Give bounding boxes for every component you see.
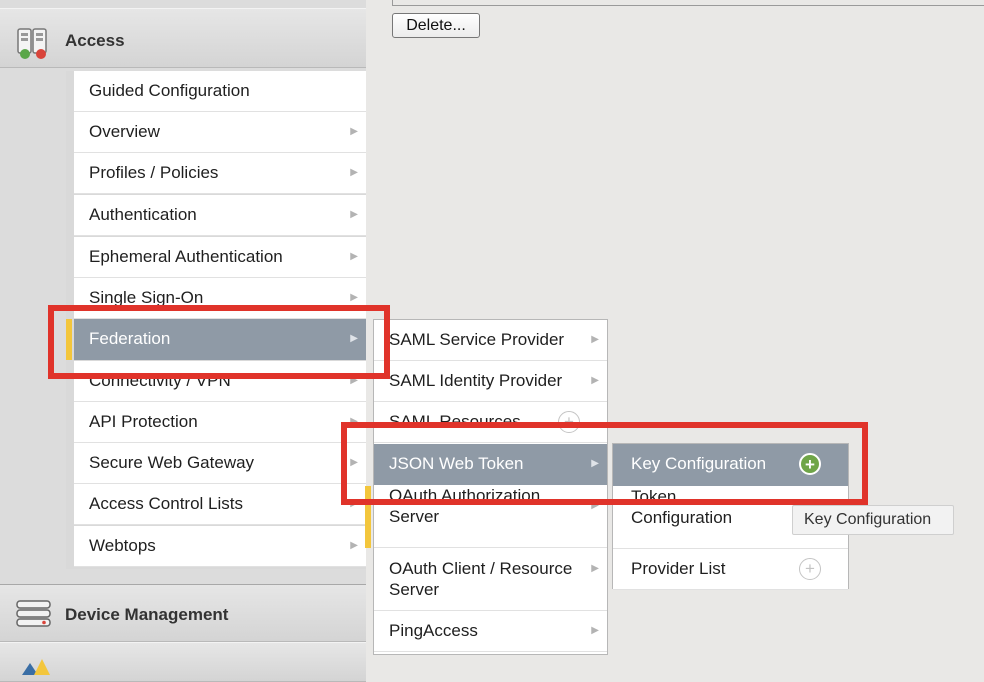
menu-item-profiles-policies[interactable]: Profiles / Policies ▶ — [74, 153, 366, 194]
chevron-right-icon: ▶ — [591, 375, 599, 386]
delete-button[interactable]: Delete... — [392, 13, 480, 38]
chevron-right-icon: ▶ — [350, 209, 358, 220]
menu-item-label: Webtops — [89, 536, 156, 555]
menu-item-api-protection[interactable]: API Protection ▶ — [74, 402, 366, 443]
submenu-item-key-configuration[interactable]: Key Configuration + — [613, 444, 848, 486]
menu-item-authentication[interactable]: Authentication ▶ — [74, 195, 366, 236]
submenu-item-label: SAML Resources — [389, 412, 521, 431]
submenu-item-label: JSON Web Token — [389, 454, 524, 473]
active-marker — [365, 486, 371, 548]
chevron-right-icon: ▶ — [350, 457, 358, 468]
submenu-item-json-web-token[interactable]: JSON Web Token ▶ — [374, 444, 607, 485]
chevron-right-icon: ▶ — [350, 251, 358, 262]
tooltip: Key Configuration — [792, 505, 954, 535]
chevron-right-icon: ▶ — [591, 563, 599, 574]
submenu-item-provider-list[interactable]: Provider List + — [613, 549, 848, 590]
menu-item-label: Single Sign-On — [89, 288, 204, 307]
submenu-item-oauth-authorization-server[interactable]: OAuth Authorization Server ▶ — [374, 485, 607, 548]
chevron-right-icon: ▶ — [591, 625, 599, 636]
menu-item-label: Profiles / Policies — [89, 163, 219, 182]
submenu-item-label: Token Configuration — [631, 487, 733, 527]
submenu-item-label: OAuth Client / Resource Server — [389, 559, 573, 599]
menu-item-ephemeral-authentication[interactable]: Ephemeral Authentication ▶ — [74, 237, 366, 278]
content-frame-border — [392, 0, 984, 6]
menu-item-label: Overview — [89, 122, 160, 141]
menu-item-overview[interactable]: Overview ▶ — [74, 112, 366, 153]
submenu-item-pingaccess[interactable]: PingAccess ▶ — [374, 611, 607, 652]
server-icon — [16, 599, 52, 634]
menu-item-webtops[interactable]: Webtops ▶ — [74, 526, 366, 567]
menu-item-label: Access Control Lists — [89, 494, 243, 513]
access-section-title: Access — [65, 31, 125, 50]
chevron-right-icon: ▶ — [591, 500, 599, 511]
submenu-item-label: Provider List — [631, 559, 726, 578]
menu-item-federation[interactable]: Federation ▶ — [66, 319, 366, 360]
device-management-section-header[interactable]: Device Management — [0, 584, 366, 642]
chevron-right-icon: ▶ — [350, 292, 358, 303]
add-icon[interactable]: + — [799, 558, 821, 580]
chevron-right-icon: ▶ — [591, 458, 599, 469]
access-icon — [16, 27, 50, 66]
submenu-item-label: PingAccess — [389, 621, 478, 640]
chevron-right-icon: ▶ — [350, 498, 358, 509]
submenu-item-label: SAML Service Provider — [389, 330, 565, 349]
chevron-right-icon: ▶ — [350, 126, 358, 137]
submenu-item-saml-identity-provider[interactable]: SAML Identity Provider ▶ — [374, 361, 607, 402]
sidebar: Access Guided Configuration Overview ▶ Pr… — [0, 0, 366, 682]
add-icon[interactable]: + — [799, 453, 821, 475]
submenu-item-label: OAuth Authorization Server — [389, 486, 541, 526]
menu-item-single-sign-on[interactable]: Single Sign-On ▶ — [74, 278, 366, 319]
submenu-item-label: SAML Identity Provider — [389, 371, 563, 390]
menu-item-label: Secure Web Gateway — [89, 453, 255, 472]
menu-item-label: Ephemeral Authentication — [89, 247, 283, 266]
menu-item-label: API Protection — [89, 412, 198, 431]
chevron-right-icon: ▶ — [350, 375, 358, 386]
menu-item-label: Authentication — [89, 205, 197, 224]
menu-item-label: Federation — [89, 329, 171, 348]
add-icon[interactable]: + — [558, 411, 580, 433]
chevron-right-icon: ▶ — [350, 540, 358, 551]
submenu-item-oauth-client-resource-server[interactable]: OAuth Client / Resource Server ▶ — [374, 548, 607, 611]
federation-submenu: SAML Service Provider ▶ SAML Identity Pro… — [373, 319, 608, 655]
access-section-header[interactable]: Access — [0, 8, 366, 68]
menu-item-access-control-lists[interactable]: Access Control Lists ▶ — [74, 484, 366, 525]
menu-item-label: Guided Configuration — [89, 81, 250, 100]
chevron-right-icon: ▶ — [350, 167, 358, 178]
submenu-item-label: Key Configuration — [631, 454, 767, 473]
active-marker — [66, 319, 72, 360]
submenu-item-saml-service-provider[interactable]: SAML Service Provider ▶ — [374, 320, 607, 361]
chevron-right-icon: ▶ — [350, 416, 358, 427]
menu-item-connectivity-vpn[interactable]: Connectivity / VPN ▶ — [74, 361, 366, 402]
menu-item-guided-configuration[interactable]: Guided Configuration — [74, 71, 366, 112]
menu-item-label: Connectivity / VPN — [89, 371, 231, 390]
menu-item-secure-web-gateway[interactable]: Secure Web Gateway ▶ — [74, 443, 366, 484]
chevron-right-icon: ▶ — [350, 333, 358, 344]
chevron-right-icon: ▶ — [591, 334, 599, 345]
access-menu: Guided Configuration Overview ▶ Profiles … — [66, 71, 366, 569]
next-section-header[interactable] — [0, 642, 366, 682]
device-management-section-title: Device Management — [65, 605, 229, 624]
submenu-item-saml-resources[interactable]: SAML Resources + — [374, 402, 607, 443]
section-icon — [16, 655, 52, 680]
